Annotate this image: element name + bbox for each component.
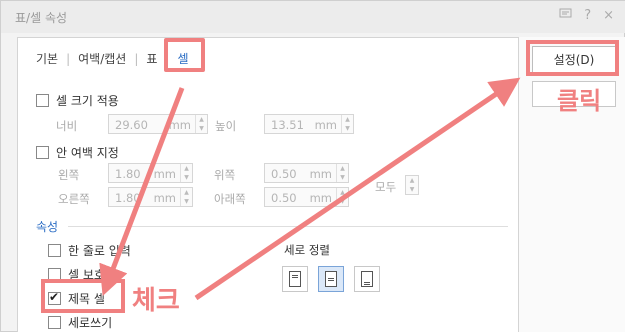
padding-top-spinner-arrows[interactable]: ▲ ▼ xyxy=(336,164,348,182)
tab-cell-highlight xyxy=(164,38,205,72)
cell-size-checkbox[interactable] xyxy=(36,94,49,107)
cell-size-checkbox-row[interactable]: 셀 크기 적용 xyxy=(36,92,119,109)
padding-bottom-spinner-arrows[interactable]: ▲ ▼ xyxy=(336,188,348,206)
padding-label: 안 여백 지정 xyxy=(56,146,119,160)
properties-divider xyxy=(68,226,508,227)
padding-top-field[interactable]: 0.50 mm ▲ ▼ xyxy=(264,163,349,183)
tab-separator: | xyxy=(134,51,139,66)
height-spinner-arrows[interactable]: ▲ ▼ xyxy=(341,115,353,133)
padding-top-label: 위쪽 xyxy=(214,168,236,182)
padding-left-field[interactable]: 1.80 mm ▲ ▼ xyxy=(108,163,193,183)
tab-separator: | xyxy=(66,51,71,66)
tab-table[interactable]: 표 xyxy=(140,50,163,67)
width-spinner-arrows[interactable]: ▲ ▼ xyxy=(195,115,207,133)
help-icon[interactable]: ? xyxy=(584,8,591,24)
close-icon[interactable]: × xyxy=(603,8,614,24)
vertical-align-label: 세로 정렬 xyxy=(284,243,330,257)
tab-basic[interactable]: 기본 xyxy=(30,50,64,67)
dialog-titlebar: 표/셀 속성 ? × xyxy=(1,1,625,33)
padding-top-unit: mm xyxy=(309,167,332,181)
align-top-icon xyxy=(289,271,301,287)
padding-bottom-label: 아래쪽 xyxy=(214,192,246,206)
padding-all-label: 모두 xyxy=(375,180,397,194)
height-label: 높이 xyxy=(215,119,237,133)
settings-highlight xyxy=(526,40,619,76)
align-bottom-button[interactable] xyxy=(354,266,380,292)
padding-left-label: 왼쪽 xyxy=(58,168,80,182)
width-field[interactable]: 29.60 mm ▲ ▼ xyxy=(108,114,208,134)
check-annotation: 체크 xyxy=(132,286,180,316)
single-line-input-label: 한 줄로 입력 xyxy=(68,244,131,258)
height-field[interactable]: 13.51 mm ▲ ▼ xyxy=(264,114,354,134)
align-middle-icon xyxy=(325,271,337,287)
click-annotation: 클릭 xyxy=(557,87,602,115)
titlebar-icons: ? × xyxy=(559,8,614,24)
padding-checkbox[interactable] xyxy=(36,146,49,159)
align-top-button[interactable] xyxy=(282,266,308,292)
padding-right-value: 1.80 xyxy=(115,191,141,205)
title-cell-highlight xyxy=(41,279,125,313)
padding-top-value: 0.50 xyxy=(271,167,297,181)
padding-right-spinner-arrows[interactable]: ▲ ▼ xyxy=(180,188,192,206)
tab-margin-caption[interactable]: 여백/캡션 xyxy=(72,50,132,67)
padding-left-unit: mm xyxy=(153,167,176,181)
vertical-writing-checkbox[interactable] xyxy=(48,316,61,329)
padding-bottom-field[interactable]: 0.50 mm ▲ ▼ xyxy=(264,187,349,207)
comment-icon[interactable] xyxy=(559,8,572,24)
width-label: 너비 xyxy=(56,119,78,133)
dialog-title: 표/셀 속성 xyxy=(15,11,68,25)
padding-left-spinner-arrows[interactable]: ▲ ▼ xyxy=(180,164,192,182)
width-value: 29.60 xyxy=(115,118,148,132)
single-line-input-checkbox[interactable] xyxy=(48,244,61,257)
padding-right-unit: mm xyxy=(153,191,176,205)
padding-all-spinner-arrows[interactable]: ▲ ▼ xyxy=(406,176,418,194)
padding-bottom-value: 0.50 xyxy=(271,191,297,205)
vertical-writing-label: 세로쓰기 xyxy=(68,316,113,330)
padding-all-spinner[interactable]: ▲ ▼ xyxy=(405,175,419,195)
padding-right-label: 오른쪽 xyxy=(58,192,90,206)
single-line-input-row[interactable]: 한 줄로 입력 xyxy=(48,242,131,259)
padding-bottom-unit: mm xyxy=(309,191,332,205)
padding-right-field[interactable]: 1.80 mm ▲ ▼ xyxy=(108,187,193,207)
cell-size-label: 셀 크기 적용 xyxy=(56,94,119,108)
height-value: 13.51 xyxy=(271,118,304,132)
align-middle-button[interactable] xyxy=(318,266,344,292)
height-unit: mm xyxy=(314,118,337,132)
width-unit: mm xyxy=(168,118,191,132)
vertical-writing-row[interactable]: 세로쓰기 xyxy=(48,314,112,331)
properties-section-title: 속성 xyxy=(36,220,59,234)
padding-left-value: 1.80 xyxy=(115,167,141,181)
align-bottom-icon xyxy=(361,271,373,287)
padding-checkbox-row[interactable]: 안 여백 지정 xyxy=(36,144,119,161)
